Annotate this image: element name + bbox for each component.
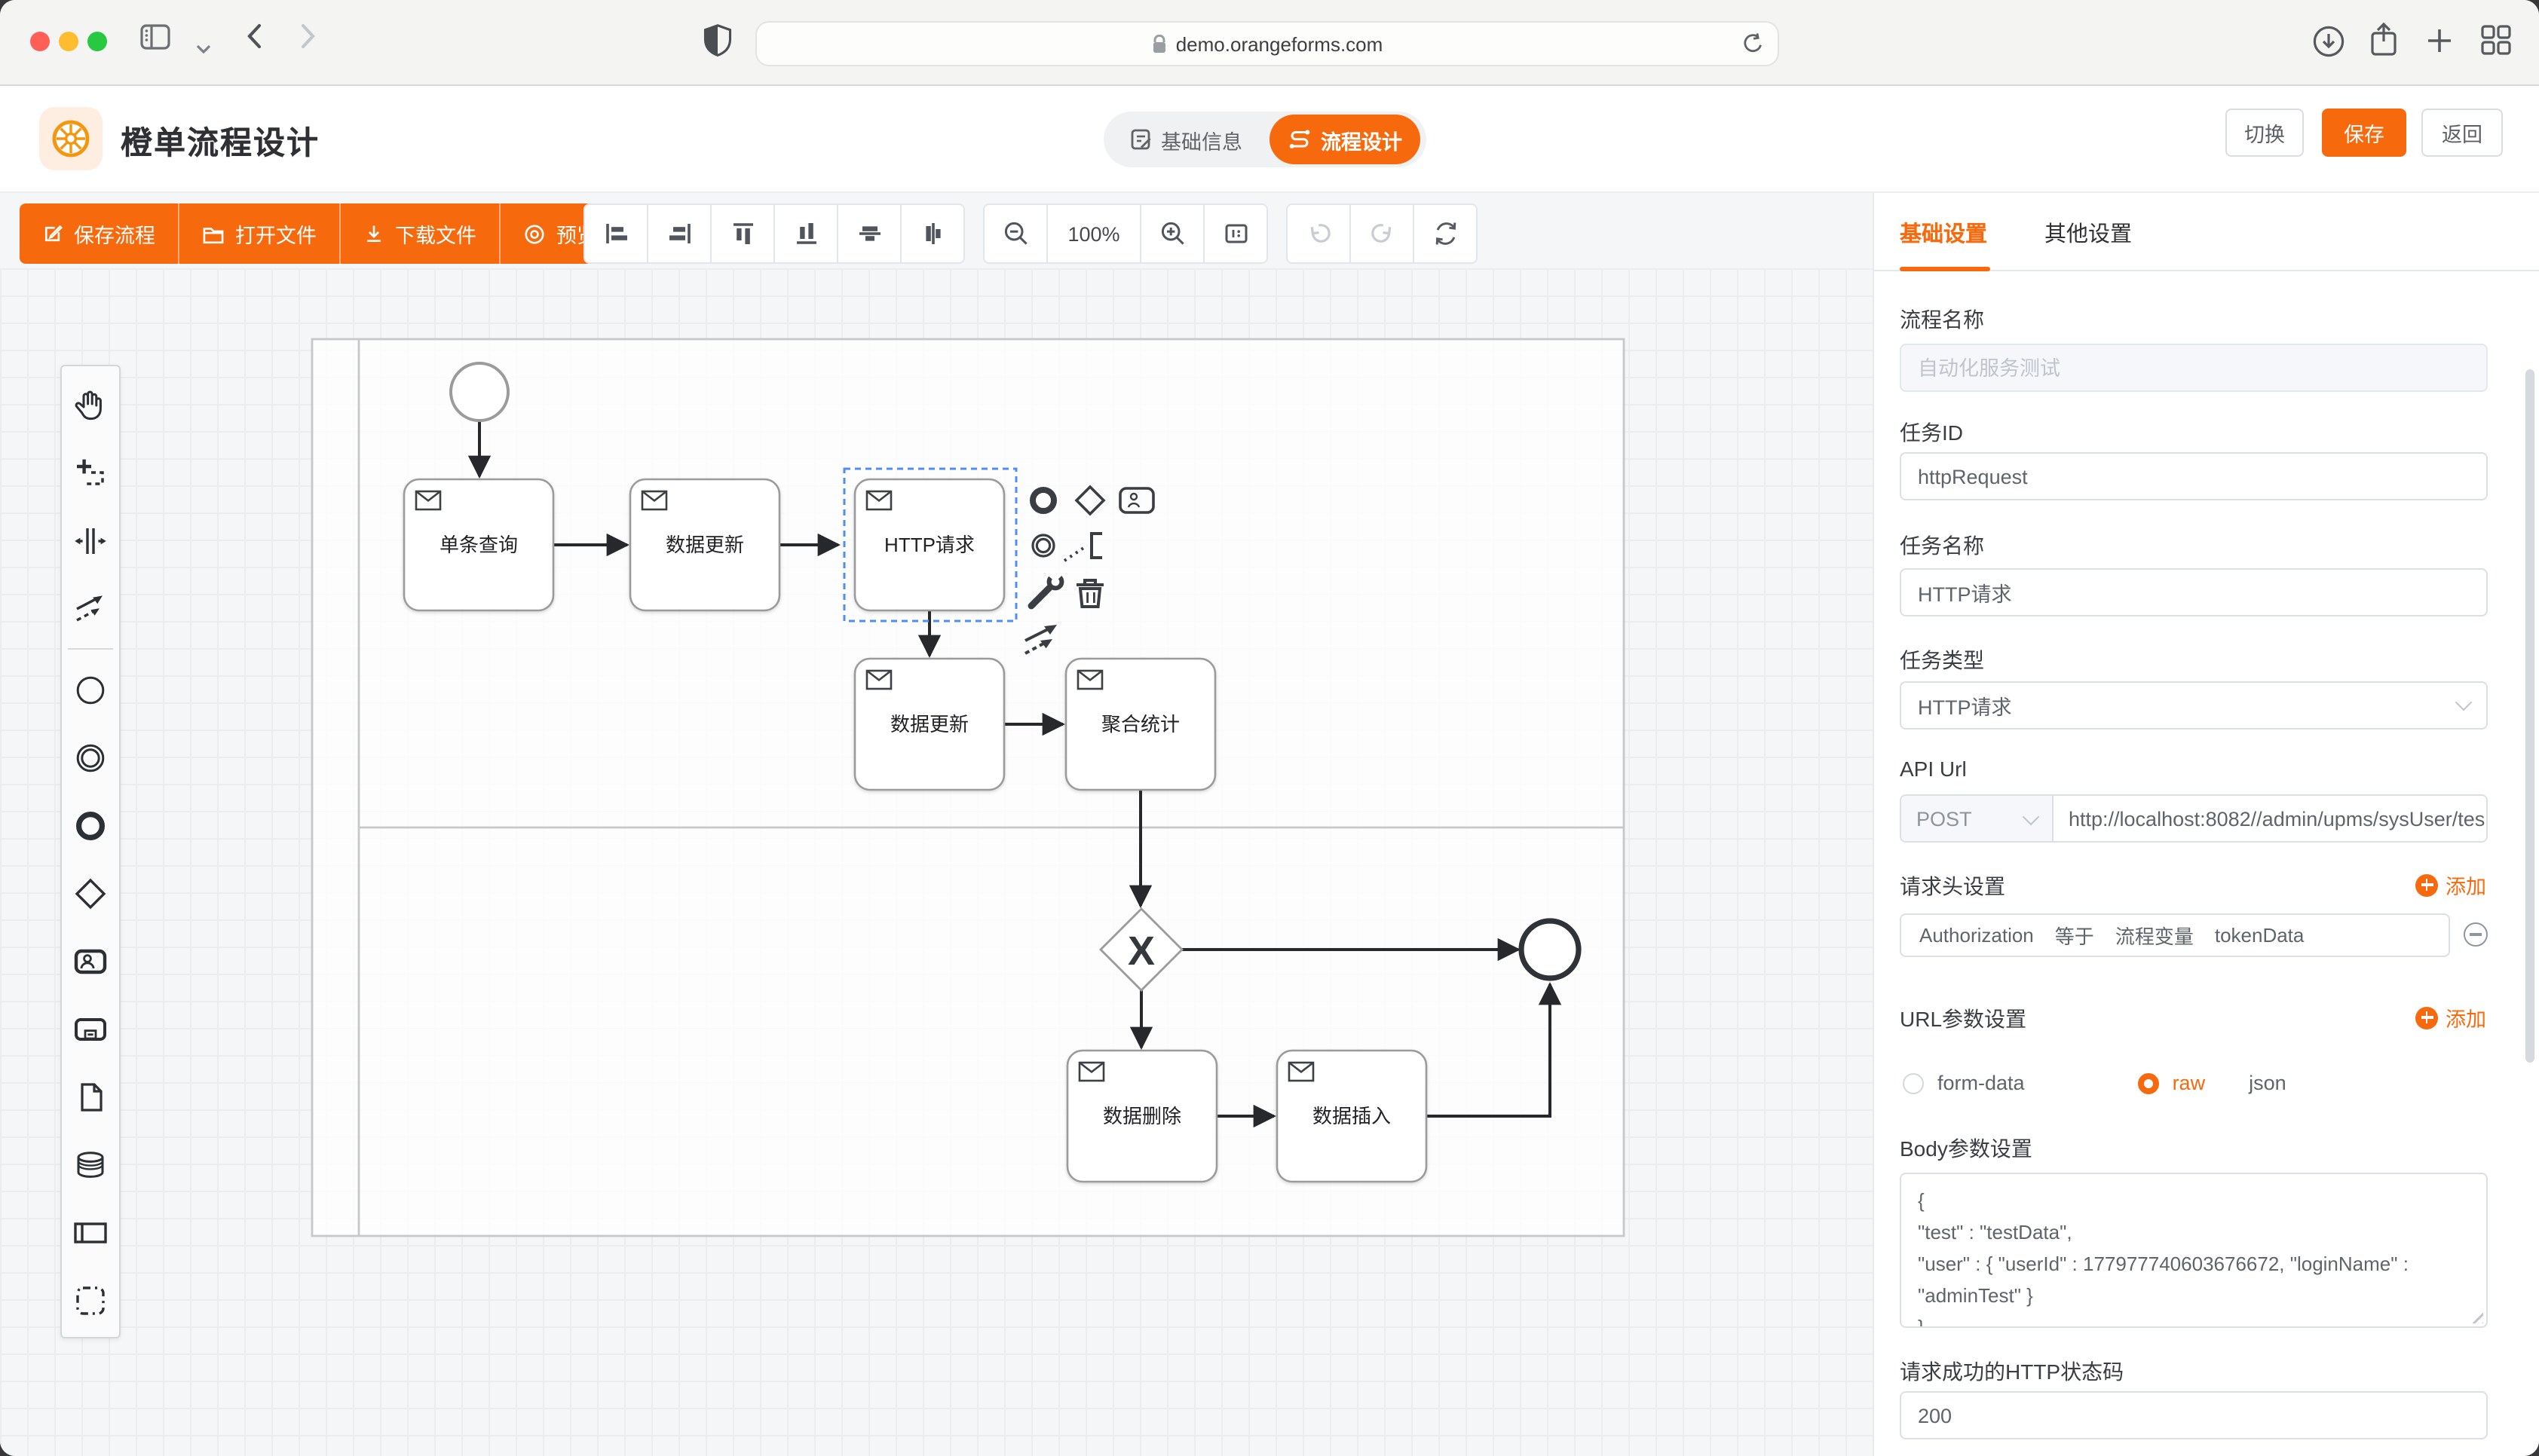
task-type-select[interactable]: HTTP请求	[1900, 681, 2488, 730]
body-mode-radio-group: form-data raw json	[1903, 1072, 2286, 1094]
lock-icon	[1152, 34, 1167, 54]
task-label: 数据删除	[1103, 1105, 1181, 1127]
task-type-label: 任务类型	[1900, 645, 1984, 675]
forward-icon[interactable]	[300, 23, 317, 57]
tab-basic-info-label: 基础信息	[1161, 124, 1242, 154]
task-node[interactable]: 数据更新	[630, 479, 779, 610]
process-name-input[interactable]	[1900, 344, 2488, 392]
zoom-window-button[interactable]	[87, 32, 107, 51]
task-label: HTTP请求	[884, 534, 975, 556]
header-name: Authorization	[1919, 924, 2034, 947]
browser-chrome: demo.orangeforms.com	[0, 0, 2539, 86]
header-op: 等于	[2055, 921, 2094, 950]
chevron-down-icon	[2455, 694, 2473, 711]
task-node[interactable]: 数据更新	[855, 659, 1004, 790]
task-id-label: 任务ID	[1900, 418, 1963, 448]
task-label: 单条查询	[440, 534, 518, 556]
bpmn-diagram: 单条查询 数据更新 HTTP请求 数据更新	[0, 193, 1873, 1456]
app-header: 橙单流程设计 基础信息 流程设计 切换 保存 返回	[0, 86, 2539, 193]
shield-icon[interactable]	[701, 21, 734, 66]
flow-icon	[1288, 129, 1312, 150]
form-icon	[1131, 128, 1152, 151]
orange-logo-icon	[50, 118, 92, 160]
back-icon[interactable]	[246, 23, 262, 57]
api-method-value: POST	[1916, 807, 1972, 830]
active-tab-underline	[1900, 267, 1990, 271]
new-tab-icon[interactable]	[2426, 27, 2453, 62]
start-event-shape[interactable]	[451, 363, 508, 421]
panel-tabs: 基础设置 其他设置	[1874, 193, 2539, 271]
properties-panel: 基础设置 其他设置 流程名称 任务ID 任务名称 任务类型 HTTP请求 API…	[1873, 193, 2539, 1456]
radio-form-data-label: form-data	[1937, 1072, 2025, 1094]
back-button[interactable]: 返回	[2421, 109, 2503, 157]
add-url-param-label: 添加	[2446, 1002, 2486, 1032]
end-event-shape[interactable]	[1521, 921, 1579, 978]
api-url-label: API Url	[1900, 757, 1967, 781]
address-bar[interactable]: demo.orangeforms.com	[755, 21, 1779, 66]
gateway-marker: X	[1128, 928, 1155, 974]
tab-basic-settings[interactable]: 基础设置	[1900, 217, 1987, 249]
task-node[interactable]: 单条查询	[404, 479, 553, 610]
tab-flow-design-label: 流程设计	[1321, 124, 1402, 154]
panel-scrollbar[interactable]	[2525, 369, 2534, 1063]
tab-other-settings[interactable]: 其他设置	[2044, 217, 2132, 249]
page-title: 橙单流程设计	[121, 119, 320, 164]
plus-icon	[2415, 873, 2438, 896]
body-params-label: Body参数设置	[1900, 1133, 2032, 1164]
api-url-input[interactable]	[2054, 796, 2486, 841]
add-header-label: 添加	[2446, 870, 2486, 900]
radio-json-label[interactable]: json	[2249, 1072, 2286, 1094]
task-node[interactable]: 聚合统计	[1066, 659, 1215, 790]
plus-icon	[2415, 1006, 2438, 1029]
request-headers-label: 请求头设置	[1900, 871, 2005, 901]
close-window-button[interactable]	[30, 32, 50, 51]
task-node[interactable]: 数据删除	[1067, 1051, 1217, 1182]
radio-form-data[interactable]	[1903, 1072, 1924, 1094]
status-code-input[interactable]	[1900, 1391, 2488, 1439]
task-name-input[interactable]	[1900, 568, 2488, 616]
task-node[interactable]: 数据插入	[1277, 1051, 1426, 1182]
status-code-label: 请求成功的HTTP状态码	[1900, 1357, 2124, 1387]
add-header-button[interactable]: 添加	[2415, 870, 2486, 900]
tab-flow-design[interactable]: 流程设计	[1270, 115, 1420, 164]
switch-button[interactable]: 切换	[2225, 109, 2304, 157]
add-url-param-button[interactable]: 添加	[2415, 1002, 2486, 1032]
header-row[interactable]: Authorization 等于 流程变量 tokenData	[1900, 913, 2450, 957]
api-url-group: POST	[1900, 794, 2488, 843]
radio-raw-label: raw	[2173, 1072, 2206, 1094]
task-label: 数据插入	[1312, 1105, 1391, 1127]
body-params-textarea[interactable]: { "test" : "testData", "user" : { "userI…	[1900, 1173, 2488, 1328]
app-logo	[39, 107, 103, 170]
remove-header-icon[interactable]	[2464, 922, 2488, 947]
task-name-label: 任务名称	[1900, 531, 1984, 561]
minimize-window-button[interactable]	[59, 32, 78, 51]
task-type-value: HTTP请求	[1918, 690, 2012, 720]
browser-window: demo.orangeforms.com	[0, 0, 2539, 1456]
save-button[interactable]: 保存	[2322, 109, 2406, 157]
header-value: tokenData	[2215, 924, 2305, 947]
header-type: 流程变量	[2115, 921, 2194, 950]
radio-raw[interactable]	[2138, 1072, 2159, 1094]
task-label: 数据更新	[890, 713, 969, 736]
url-text: demo.orangeforms.com	[1176, 32, 1383, 55]
tab-basic-info[interactable]: 基础信息	[1104, 124, 1270, 154]
task-id-input[interactable]	[1900, 452, 2488, 500]
view-switcher: 基础信息 流程设计	[1104, 112, 1426, 167]
reload-icon[interactable]	[1741, 32, 1764, 62]
bpmn-canvas[interactable]: 保存流程 打开文件 下载文件 预览 100%	[0, 193, 1873, 1456]
task-label: 数据更新	[666, 534, 744, 556]
url-params-label: URL参数设置	[1900, 1004, 2026, 1034]
sidebar-icon[interactable]	[140, 24, 170, 57]
chevron-down-icon	[2023, 808, 2040, 825]
process-name-label: 流程名称	[1900, 304, 1984, 335]
download-icon[interactable]	[2313, 26, 2345, 65]
task-node-selected[interactable]: HTTP请求	[855, 479, 1004, 610]
chevron-down-icon[interactable]	[196, 35, 211, 62]
tab-overview-icon[interactable]	[2480, 24, 2512, 63]
api-method-select[interactable]: POST	[1901, 796, 2054, 841]
share-icon[interactable]	[2370, 21, 2397, 65]
task-label: 聚合统计	[1101, 713, 1180, 736]
